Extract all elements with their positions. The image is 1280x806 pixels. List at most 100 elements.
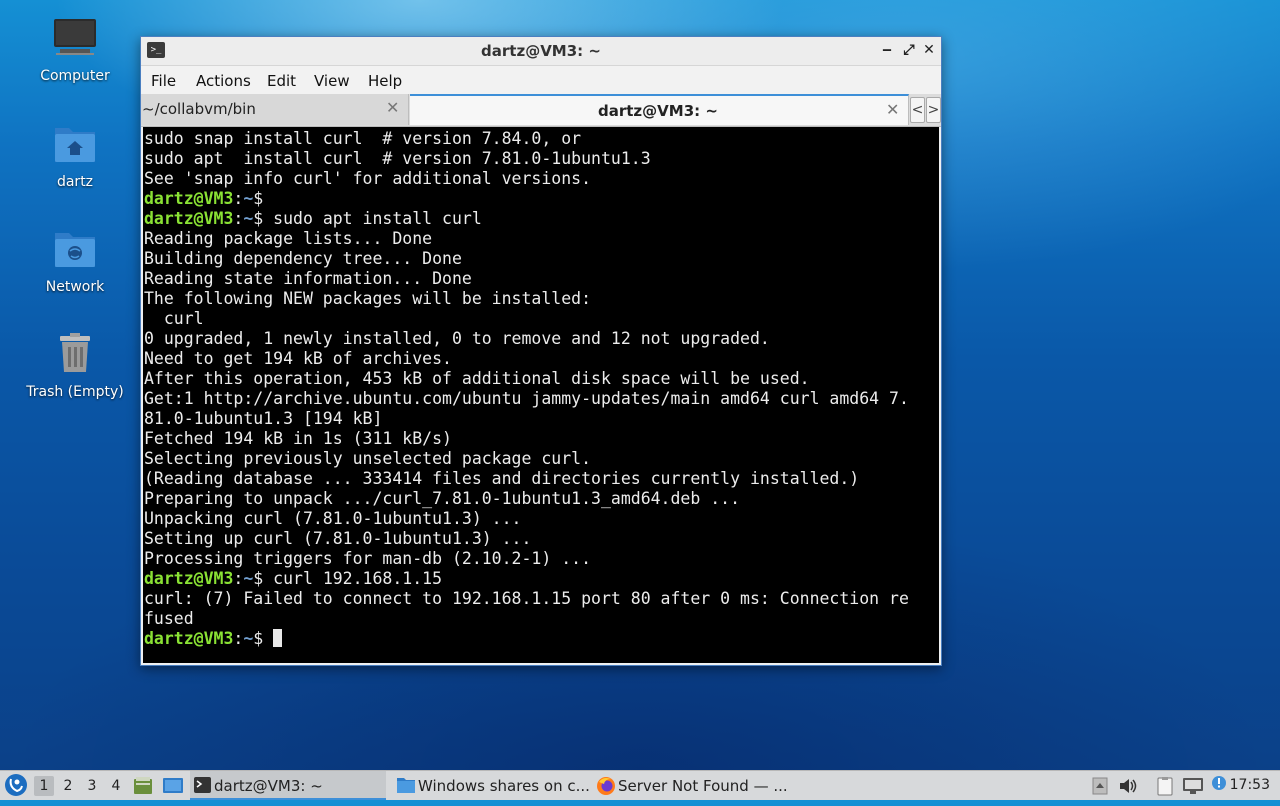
- show-desktop-button[interactable]: [162, 776, 184, 805]
- prompt-command: $: [253, 629, 274, 648]
- prompt-user: dartz@VM3: [144, 569, 234, 588]
- prompt-command: $ curl 192.168.1.15: [253, 569, 443, 588]
- prompt-path: ~: [243, 569, 254, 588]
- terminal-prompt-line: dartz@VM3:~$ sudo apt install curl: [144, 209, 939, 229]
- terminal-output-line: (Reading database ... 333414 files and d…: [144, 469, 860, 488]
- tab-dartz-home[interactable]: dartz@VM3: ~ ✕: [410, 94, 909, 125]
- menu-file[interactable]: File: [151, 72, 176, 90]
- window-titlebar[interactable]: >_ dartz@VM3: ~ ‒ ⤢ ✕: [141, 37, 941, 66]
- terminal-cursor: [273, 629, 283, 647]
- task-file-manager[interactable]: Windows shares on c...: [394, 771, 590, 800]
- prompt-command: $ sudo apt install curl: [253, 209, 482, 228]
- network-tray[interactable]: [1182, 776, 1204, 805]
- terminal-output-line: curl: (7) Failed to connect to 192.168.1…: [144, 589, 909, 608]
- terminal-output-line: sudo snap install curl # version 7.84.0,…: [144, 129, 582, 148]
- terminal-prompt-line: dartz@VM3:~$ curl 192.168.1.15: [144, 569, 939, 589]
- terminal-output-line: 0 upgraded, 1 newly installed, 0 to remo…: [144, 329, 770, 348]
- volume-control[interactable]: [1118, 777, 1138, 806]
- prompt-path: ~: [243, 209, 254, 228]
- close-button[interactable]: ✕: [920, 41, 938, 59]
- terminal-prompt-line: dartz@VM3:~$: [144, 629, 939, 649]
- desktop-icon-label: Network: [45, 279, 105, 295]
- volume-icon: [1120, 779, 1137, 793]
- terminal-output-line: Selecting previously unselected package …: [144, 449, 592, 468]
- tab-bar: ~/collabvm/bin ✕ dartz@VM3: ~ ✕ < >: [141, 94, 941, 127]
- notification-icon: [1212, 776, 1226, 790]
- taskbar: 1 2 3 4 dartz@VM3: ~ Windows shares on c…: [0, 770, 1280, 800]
- minimize-button[interactable]: ‒: [878, 41, 896, 59]
- menu-help[interactable]: Help: [368, 72, 402, 90]
- tab-close-icon[interactable]: ✕: [386, 98, 399, 117]
- prompt-separator: :: [233, 629, 244, 648]
- network-wired-icon: [1183, 778, 1203, 794]
- prompt-path: ~: [243, 629, 254, 648]
- terminal-output-line: See 'snap info curl' for additional vers…: [144, 169, 592, 188]
- desktop-icon-home[interactable]: dartz: [20, 122, 130, 190]
- desktop-icon-label: Computer: [40, 68, 110, 84]
- terminal-output-line: Reading state information... Done: [144, 269, 472, 288]
- workspace-3[interactable]: 3: [82, 776, 102, 796]
- lubuntu-logo-icon: [5, 774, 27, 796]
- window-title: dartz@VM3: ~: [481, 42, 601, 60]
- workspace-2[interactable]: 2: [58, 776, 78, 796]
- terminal-output-line: After this operation, 453 kB of addition…: [144, 369, 810, 388]
- prompt-command: $: [253, 189, 264, 208]
- desktop-icon-label: dartz: [56, 174, 94, 190]
- chevron-up-icon: [1092, 777, 1108, 795]
- home-folder-icon: [52, 122, 98, 168]
- tab-close-icon[interactable]: ✕: [886, 100, 899, 119]
- start-menu-button[interactable]: [4, 773, 28, 802]
- task-label: Windows shares on c...: [418, 777, 590, 795]
- tab-label: ~/collabvm/bin: [142, 100, 256, 118]
- tab-next-button[interactable]: >: [926, 97, 941, 123]
- updates-tray[interactable]: [1210, 774, 1228, 803]
- desktop-icon-label: Trash (Empty): [26, 384, 124, 400]
- tab-prev-button[interactable]: <: [910, 97, 925, 123]
- terminal-output-line: fused: [144, 609, 194, 628]
- terminal-output-line: Fetched 194 kB in 1s (311 kB/s): [144, 429, 452, 448]
- terminal-output-line: Need to get 194 kB of archives.: [144, 349, 452, 368]
- prompt-user: dartz@VM3: [144, 189, 234, 208]
- terminal-output-line: 81.0-1ubuntu1.3 [194 kB]: [144, 409, 383, 428]
- task-terminal[interactable]: dartz@VM3: ~: [190, 771, 386, 800]
- clock[interactable]: 17:53: [1230, 777, 1270, 793]
- firefox-icon: [597, 777, 615, 795]
- terminal-output-line: Get:1 http://archive.ubuntu.com/ubuntu j…: [144, 389, 909, 408]
- desktop-icon-computer[interactable]: Computer: [20, 16, 130, 84]
- terminal-output-line: Reading package lists... Done: [144, 229, 433, 248]
- tray-expander[interactable]: [1092, 777, 1108, 806]
- terminal-window: >_ dartz@VM3: ~ ‒ ⤢ ✕ File Actions Edit …: [140, 36, 942, 666]
- terminal-output-line: Unpacking curl (7.81.0-1ubuntu1.3) ...: [144, 509, 522, 528]
- terminal-output-line: Building dependency tree... Done: [144, 249, 462, 268]
- workspace-1[interactable]: 1: [34, 776, 54, 796]
- task-firefox[interactable]: Server Not Found — ...: [594, 771, 794, 800]
- terminal-output-line: sudo apt install curl # version 7.81.0-1…: [144, 149, 651, 168]
- folder-icon: [397, 778, 415, 793]
- terminal-output-line: Processing triggers for man-db (2.10.2-1…: [144, 549, 592, 568]
- workspace-4[interactable]: 4: [106, 776, 126, 796]
- terminal-output-line: Setting up curl (7.81.0-1ubuntu1.3) ...: [144, 529, 532, 548]
- terminal-output-line: The following NEW packages will be insta…: [144, 289, 592, 308]
- menu-bar: File Actions Edit View Help: [141, 66, 941, 94]
- prompt-user: dartz@VM3: [144, 629, 234, 648]
- terminal-output-line: curl: [144, 309, 204, 328]
- computer-icon: [52, 16, 98, 62]
- desktop-icon-network[interactable]: Network: [20, 227, 130, 295]
- menu-actions[interactable]: Actions: [196, 72, 251, 90]
- file-manager-launcher[interactable]: [133, 776, 153, 805]
- menu-edit[interactable]: Edit: [267, 72, 296, 90]
- network-folder-icon: [52, 227, 98, 273]
- clipboard-icon: [1157, 777, 1173, 796]
- menu-view[interactable]: View: [314, 72, 350, 90]
- file-manager-icon: [134, 777, 152, 794]
- terminal-output-line: Preparing to unpack .../curl_7.81.0-1ubu…: [144, 489, 741, 508]
- tab-collabvm-bin[interactable]: ~/collabvm/bin ✕: [141, 94, 409, 125]
- tab-label: dartz@VM3: ~: [598, 102, 718, 120]
- task-label: dartz@VM3: ~: [214, 777, 323, 795]
- prompt-separator: :: [233, 209, 244, 228]
- desktop-icon-trash[interactable]: Trash (Empty): [20, 332, 130, 400]
- terminal-icon: [194, 777, 211, 793]
- clipboard-tray[interactable]: [1155, 776, 1175, 805]
- terminal-output[interactable]: sudo snap install curl # version 7.84.0,…: [143, 127, 939, 663]
- maximize-button[interactable]: ⤢: [900, 41, 918, 59]
